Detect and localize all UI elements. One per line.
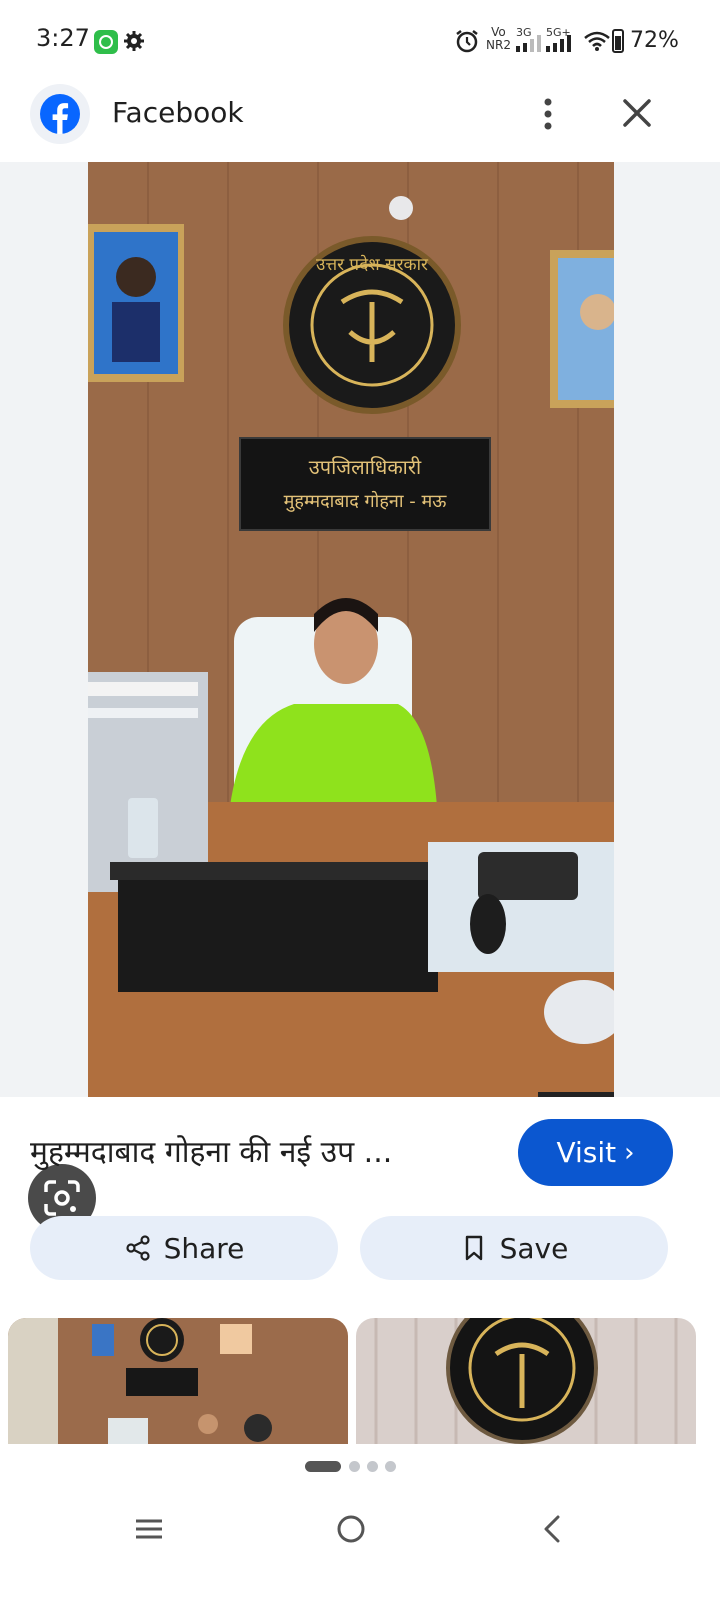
google-lens-icon xyxy=(44,1180,80,1216)
facebook-logo xyxy=(40,94,80,134)
battery-icon xyxy=(612,29,624,53)
emblem-text: उत्तर प्रदेश सरकार xyxy=(316,254,429,275)
result-caption[interactable]: मुहम्मदाबाद गोहना की नई उप ... xyxy=(30,1130,500,1171)
battery-percentage: 72% xyxy=(630,28,679,53)
screen: 3:27 Vo NR2 3G 5G+ 72% Facebook उत्तर प्… xyxy=(0,0,720,1608)
page-dot xyxy=(349,1461,360,1472)
sign-line-2: मुहम्मदाबाद गोहना - मऊ xyxy=(284,490,448,512)
share-icon xyxy=(125,1235,150,1261)
image-preview-area: उत्तर प्रदेश सरकार उपजिलाधिकारी मुहम्मदा… xyxy=(0,162,720,1232)
more-icon[interactable] xyxy=(532,94,564,134)
signal-icon xyxy=(516,35,541,52)
close-icon[interactable] xyxy=(620,96,654,130)
system-nav-bar xyxy=(0,1490,720,1608)
home-icon[interactable] xyxy=(334,1512,368,1546)
visit-button[interactable]: Visit › xyxy=(518,1119,673,1186)
wifi-icon xyxy=(584,31,610,51)
save-label: Save xyxy=(499,1231,569,1265)
page-dot xyxy=(367,1461,378,1472)
visit-label: Visit xyxy=(556,1136,617,1169)
main-photo[interactable]: उत्तर प्रदेश सरकार उपजिलाधिकारी मुहम्मदा… xyxy=(88,162,614,1097)
sign-line-1: उपजिलाधिकारी xyxy=(309,455,422,479)
related-image-thumbnail[interactable] xyxy=(356,1318,696,1444)
source-favicon[interactable] xyxy=(30,84,90,144)
page-dot xyxy=(385,1461,396,1472)
chevron-right-icon: › xyxy=(624,1137,635,1168)
share-button[interactable]: Share xyxy=(30,1216,338,1280)
related-image-thumbnail[interactable] xyxy=(8,1318,348,1444)
result-header: Facebook xyxy=(0,82,720,162)
status-bar: 3:27 Vo NR2 3G 5G+ 72% xyxy=(0,0,720,82)
page-indicator xyxy=(305,1461,425,1473)
whatsapp-icon xyxy=(94,30,118,54)
gear-icon xyxy=(124,31,144,51)
page-dot-active xyxy=(305,1461,341,1472)
status-time: 3:27 xyxy=(36,24,90,52)
back-icon[interactable] xyxy=(536,1512,570,1546)
network-nr-text: NR2 xyxy=(486,38,511,52)
network-vo-label: Vo NR2 xyxy=(486,26,511,52)
signal-icon xyxy=(546,35,571,52)
save-button[interactable]: Save xyxy=(360,1216,668,1280)
source-title[interactable]: Facebook xyxy=(112,96,244,129)
recent-apps-icon[interactable] xyxy=(132,1512,166,1546)
alarm-icon xyxy=(456,30,478,53)
share-label: Share xyxy=(163,1231,245,1265)
bookmark-icon xyxy=(465,1235,482,1261)
